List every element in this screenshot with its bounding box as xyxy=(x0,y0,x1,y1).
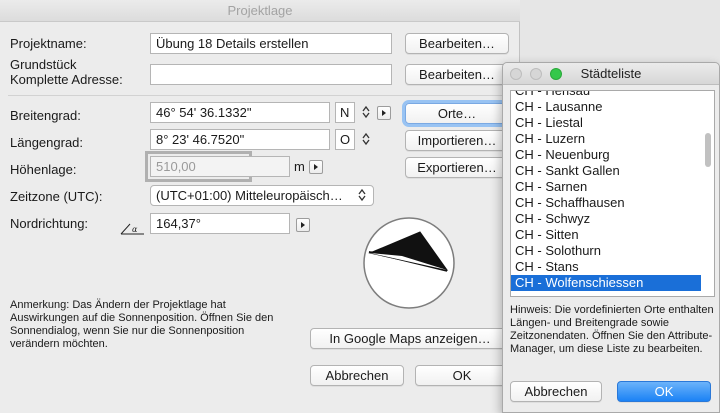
address-label-line1: Grundstück xyxy=(10,57,77,72)
dialog-title: Projektlage xyxy=(0,0,520,22)
list-item[interactable]: CH - Luzern xyxy=(511,131,701,147)
list-item[interactable]: CH - Solothurn xyxy=(511,243,701,259)
import-button[interactable]: Importieren… xyxy=(405,130,509,151)
separator xyxy=(8,95,518,96)
city-list-titlebar: Städteliste xyxy=(503,63,719,85)
address-label-line2: Komplette Adresse: xyxy=(10,72,123,87)
city-ok-button[interactable]: OK xyxy=(617,381,711,402)
list-item[interactable]: CH - Lausanne xyxy=(511,99,701,115)
elevation-menu-arrow-icon[interactable] xyxy=(309,160,323,174)
longitude-hemisphere-stepper[interactable] xyxy=(357,129,375,150)
elevation-label: Höhenlage: xyxy=(10,162,77,177)
longitude-hemisphere-field[interactable]: O xyxy=(335,129,355,150)
svg-text:α: α xyxy=(132,225,138,234)
timezone-value: (UTC+01:00) Mitteleuropäisch… xyxy=(156,188,343,203)
timezone-popup[interactable]: (UTC+01:00) Mitteleuropäisch… xyxy=(150,185,374,206)
list-scrollbar-thumb[interactable] xyxy=(705,133,711,167)
google-maps-button[interactable]: In Google Maps anzeigen… xyxy=(310,328,510,349)
longitude-label: Längengrad: xyxy=(10,135,84,150)
city-list[interactable]: CH - Herisau CH - Lausanne CH - Liestal … xyxy=(510,90,715,297)
list-item[interactable]: CH - Stans xyxy=(511,259,701,275)
latitude-label: Breitengrad: xyxy=(10,108,81,123)
list-item[interactable]: CH - Sankt Gallen xyxy=(511,163,701,179)
stepper-arrows-icon xyxy=(362,132,370,146)
angle-icon: α xyxy=(120,223,144,235)
export-button[interactable]: Exportieren… xyxy=(405,157,509,178)
longitude-field[interactable]: 8° 23' 46.7520" xyxy=(150,129,330,150)
latitude-menu-arrow-icon[interactable] xyxy=(377,106,391,120)
places-button[interactable]: Orte… xyxy=(405,103,509,124)
edit-address-button[interactable]: Bearbeiten… xyxy=(405,64,509,85)
project-name-label: Projektname: xyxy=(10,36,87,51)
list-item[interactable]: CH - Neuenburg xyxy=(511,147,701,163)
project-name-field[interactable]: Übung 18 Details erstellen xyxy=(150,33,392,54)
list-item[interactable]: CH - Sarnen xyxy=(511,179,701,195)
list-item-selected[interactable]: CH - Wolfenschiessen xyxy=(511,275,701,291)
north-direction-label: Nordrichtung: xyxy=(10,216,89,231)
edit-project-name-button[interactable]: Bearbeiten… xyxy=(405,33,509,54)
project-location-dialog: Projektlage Projektname: Übung 18 Detail… xyxy=(0,0,520,413)
stepper-arrows-icon xyxy=(362,105,370,119)
latitude-hemisphere-stepper[interactable] xyxy=(357,102,375,123)
list-item[interactable]: CH - Schaffhausen xyxy=(511,195,701,211)
elevation-unit: m xyxy=(294,159,305,174)
city-list-hint: Hinweis: Die vordefinierten Orte enthalt… xyxy=(510,304,714,355)
address-field[interactable] xyxy=(150,64,392,85)
cancel-button[interactable]: Abbrechen xyxy=(310,365,404,386)
city-list-window: Städteliste CH - Herisau CH - Lausanne C… xyxy=(502,62,720,413)
elevation-field[interactable]: 510,00 xyxy=(150,156,290,177)
timezone-chevron-icon xyxy=(358,188,366,202)
location-change-note: Anmerkung: Das Ändern der Projektlage ha… xyxy=(10,299,274,350)
north-direction-compass[interactable] xyxy=(362,216,456,310)
north-direction-field[interactable]: 164,37° xyxy=(150,213,290,234)
list-item[interactable]: CH - Herisau xyxy=(511,91,701,99)
latitude-hemisphere-field[interactable]: N xyxy=(335,102,355,123)
ok-button[interactable]: OK xyxy=(415,365,509,386)
city-list-title: Städteliste xyxy=(580,66,642,81)
list-item[interactable]: CH - Liestal xyxy=(511,115,701,131)
list-item[interactable]: CH - Sitten xyxy=(511,227,701,243)
latitude-field[interactable]: 46° 54' 36.1332" xyxy=(150,102,330,123)
north-menu-arrow-icon[interactable] xyxy=(296,218,310,232)
city-cancel-button[interactable]: Abbrechen xyxy=(510,381,602,402)
timezone-label: Zeitzone (UTC): xyxy=(10,189,103,204)
list-item[interactable]: CH - Schwyz xyxy=(511,211,701,227)
address-label: Grundstück Komplette Adresse: xyxy=(10,57,123,87)
